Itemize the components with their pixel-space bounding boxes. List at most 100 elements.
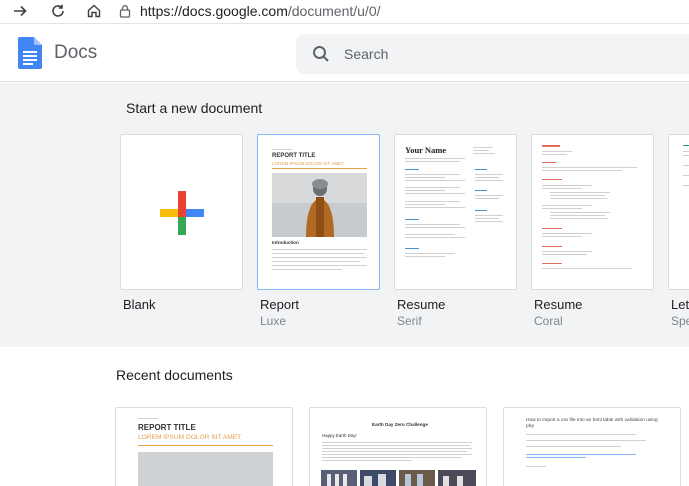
report-preview-title: REPORT TITLE (272, 153, 316, 159)
preview-line (526, 454, 636, 455)
preview-line (272, 265, 367, 266)
preview-line (322, 454, 472, 455)
template-resume-serif-label[interactable]: Resume (397, 297, 445, 312)
preview-line (542, 151, 572, 152)
preview-line (405, 227, 465, 228)
docs-logo-icon[interactable] (18, 37, 42, 69)
preview-line (272, 249, 367, 250)
recent-doc-card[interactable]: Earth Day Zero Challenge Happy Earth Day… (309, 407, 487, 486)
address-bar[interactable]: https://docs.google.com/document/u/0/ (118, 0, 381, 22)
template-blank-card[interactable] (120, 134, 243, 290)
reload-button[interactable] (46, 0, 70, 22)
template-section-title: Start a new document (126, 100, 263, 116)
preview-line (405, 158, 465, 159)
search-bar[interactable] (296, 34, 689, 74)
preview-line (550, 215, 605, 216)
preview-line (322, 451, 467, 452)
preview-line (526, 446, 621, 447)
preview-line (542, 228, 562, 229)
preview-line (475, 174, 503, 175)
preview-line (405, 237, 465, 238)
template-resume-coral-card[interactable] (531, 134, 654, 290)
preview-line (272, 269, 342, 270)
preview-line (542, 167, 637, 168)
preview-line (526, 434, 636, 435)
preview-line (542, 208, 582, 209)
recent-doc-card[interactable]: REPORT TITLE LOREM IPSUM DOLOR SIT AMET (115, 407, 293, 486)
preview-line (683, 145, 689, 146)
preview-line (405, 177, 445, 178)
home-icon (87, 4, 101, 18)
plus-icon (160, 191, 204, 235)
app-title[interactable]: Docs (54, 42, 97, 64)
preview-line (405, 193, 465, 194)
reload-icon (52, 4, 64, 17)
preview-line (405, 204, 445, 205)
template-resume-coral-label[interactable]: Resume (534, 297, 582, 312)
report-preview-subtitle: LOREM IPSUM DOLOR SIT AMET (272, 161, 344, 166)
preview-line (526, 466, 546, 467)
preview-line (683, 155, 689, 156)
preview-line (542, 236, 582, 237)
preview-line (683, 185, 689, 186)
preview-line (405, 187, 460, 188)
preview-line (405, 207, 465, 208)
preview-line (542, 170, 622, 171)
arrow-right-icon (14, 5, 27, 17)
preview-line (475, 215, 503, 216)
template-resume-serif-card[interactable]: Your Name (394, 134, 517, 290)
recent-doc-title: How to import a csv file into an html ta… (526, 418, 658, 429)
preview-line (475, 180, 503, 181)
preview-line (473, 150, 489, 151)
search-input[interactable] (344, 46, 644, 62)
preview-line (405, 169, 419, 170)
preview-line (475, 169, 487, 170)
preview-line (550, 195, 605, 196)
search-icon[interactable] (312, 45, 330, 63)
preview-line (405, 256, 445, 257)
template-gallery: Start a new document Blank REPORT TITLE … (0, 83, 689, 347)
preview-line (475, 218, 499, 219)
preview-line (138, 445, 273, 446)
preview-line (542, 263, 562, 264)
preview-line (542, 154, 567, 155)
preview-line (322, 460, 412, 461)
template-report-card[interactable]: REPORT TITLE LOREM IPSUM DOLOR SIT AMET … (257, 134, 380, 290)
preview-line (542, 188, 582, 189)
recent-doc-card[interactable]: How to import a csv file into an html ta… (503, 407, 681, 486)
recent-doc-subtitle: LOREM IPSUM DOLOR SIT AMET (138, 434, 242, 441)
preview-line (550, 198, 608, 199)
preview-line (322, 457, 462, 458)
preview-line (542, 162, 556, 163)
preview-line (542, 246, 562, 247)
preview-line (542, 254, 587, 255)
preview-line (526, 457, 586, 458)
preview-line (405, 180, 465, 181)
preview-line (475, 190, 487, 191)
template-resume-coral-sublabel: Coral (534, 314, 563, 328)
preview-line (405, 219, 419, 220)
preview-line (272, 253, 364, 254)
preview-line (475, 198, 499, 199)
url-path: /document/u/0/ (287, 3, 381, 19)
recent-doc-photo (138, 452, 273, 486)
template-letter-label[interactable]: Let (671, 297, 689, 312)
recent-section-title: Recent documents (116, 367, 233, 383)
resume-preview-name: Your Name (405, 145, 447, 155)
forward-button[interactable] (8, 0, 32, 22)
preview-line (683, 151, 689, 152)
template-letter-card[interactable] (668, 134, 689, 290)
preview-line (272, 261, 360, 262)
preview-line (322, 448, 472, 449)
template-report-label[interactable]: Report (260, 297, 299, 312)
preview-line (475, 195, 503, 196)
docs-header: Docs (0, 24, 689, 82)
template-report-sublabel: Luxe (260, 314, 287, 328)
preview-line (683, 165, 689, 166)
report-preview-photo (272, 173, 367, 237)
report-preview-section: Introduction (272, 240, 299, 245)
template-blank-label[interactable]: Blank (123, 297, 156, 312)
recent-documents: Recent documents REPORT TITLE LOREM IPSU… (0, 347, 689, 486)
home-button[interactable] (82, 0, 106, 22)
preview-line (405, 253, 455, 254)
